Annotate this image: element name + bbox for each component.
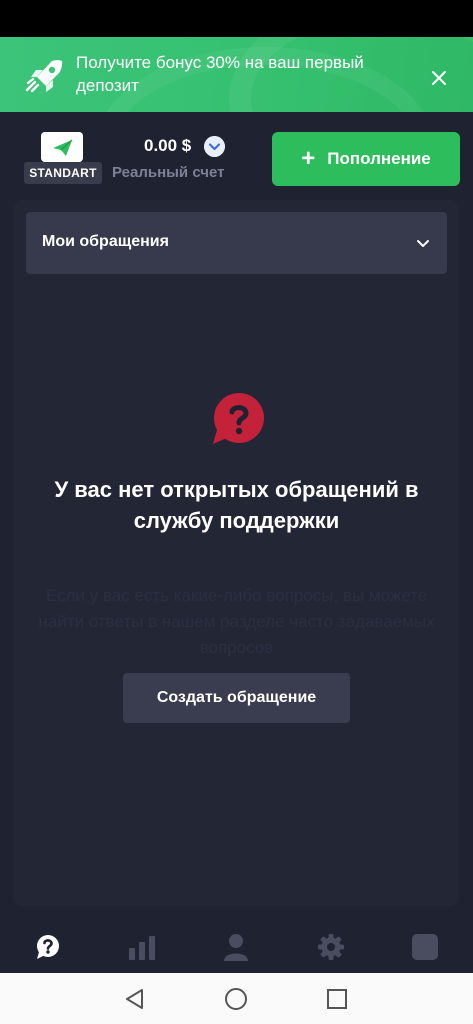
banner-text: Получите бонус 30% на ваш первый депозит	[76, 53, 364, 95]
close-icon[interactable]	[426, 65, 452, 91]
back-icon[interactable]	[122, 986, 148, 1012]
question-icon	[213, 393, 264, 444]
tab-more[interactable]	[410, 932, 440, 962]
deposit-button[interactable]: + Пополнение	[272, 132, 460, 186]
recents-icon[interactable]	[324, 986, 350, 1012]
account-balance[interactable]: 0.00 $	[144, 136, 191, 156]
rocket-icon	[25, 60, 63, 93]
empty-state-description: Если у вас есть какие-либо вопросы, вы м…	[38, 586, 435, 657]
deposit-button-label: Пополнение	[327, 149, 431, 168]
chevron-down-icon[interactable]	[204, 136, 225, 157]
chevron-down-icon	[417, 240, 429, 247]
profile-icon	[224, 934, 248, 961]
account-logo[interactable]	[41, 132, 83, 162]
account-level-badge: STANDART	[24, 162, 102, 184]
tickets-dropdown-label: Мои обращения	[42, 233, 169, 250]
tab-support[interactable]	[32, 932, 62, 962]
home-icon[interactable]	[223, 986, 249, 1012]
support-panel	[13, 200, 459, 906]
tickets-dropdown[interactable]: Мои обращения	[26, 212, 447, 274]
account-type-label: Реальный счет	[112, 164, 225, 181]
chart-icon	[129, 936, 155, 960]
plus-icon: +	[301, 145, 316, 172]
bonus-banner[interactable]: Получите бонус 30% на ваш первый депозит	[0, 37, 473, 112]
system-navigation-bar	[0, 973, 473, 1024]
create-ticket-button[interactable]: Создать обращение	[123, 673, 350, 723]
support-icon	[37, 935, 59, 959]
status-bar	[0, 0, 473, 37]
tab-settings[interactable]	[316, 932, 346, 962]
tab-profile[interactable]	[221, 932, 251, 962]
settings-icon	[318, 934, 344, 960]
tab-trading[interactable]	[127, 932, 157, 962]
empty-state-title: У вас нет открытых обращений в службу по…	[54, 477, 419, 533]
bottom-tab-bar	[0, 918, 473, 973]
square-icon	[412, 934, 438, 960]
